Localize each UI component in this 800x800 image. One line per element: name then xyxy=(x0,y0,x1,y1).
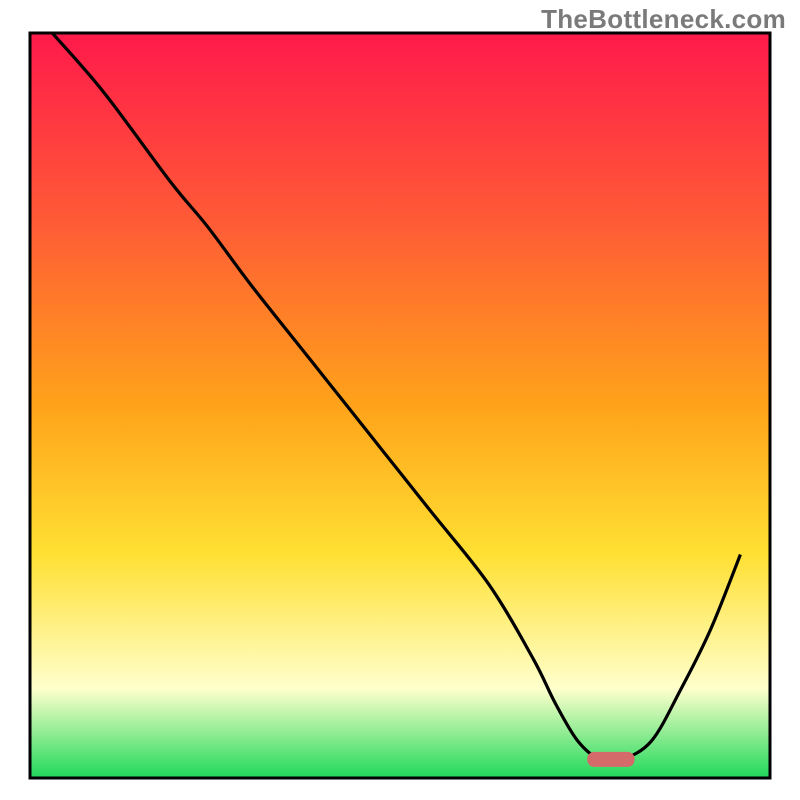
bottleneck-chart xyxy=(0,0,800,800)
chart-container: TheBottleneck.com xyxy=(0,0,800,800)
watermark-label: TheBottleneck.com xyxy=(541,4,786,35)
minimum-marker xyxy=(587,752,634,767)
